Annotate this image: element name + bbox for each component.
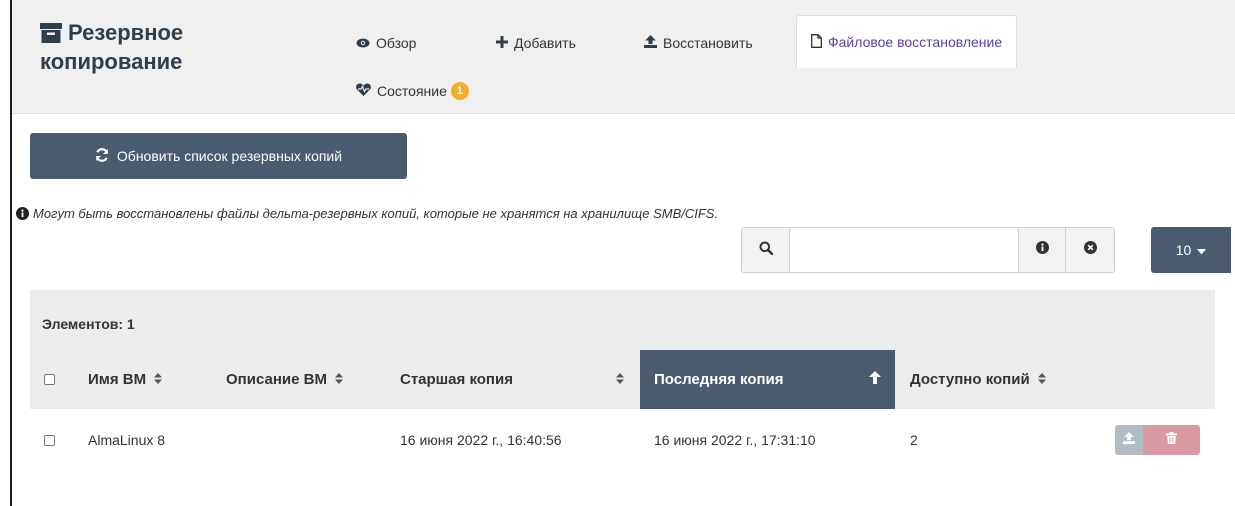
page-title: Резервное копирование xyxy=(40,20,183,75)
cell-vm-name: AlmaLinux 8 xyxy=(88,432,166,448)
row-select-cell xyxy=(44,410,55,470)
cell-latest-copy: 16 июня 2022 г., 17:31:10 xyxy=(654,432,816,448)
search-help-button[interactable] xyxy=(1018,228,1066,272)
sort-icon xyxy=(334,371,343,388)
item-count: Элементов: 1 xyxy=(42,316,135,332)
tab-overview-label: Обзор xyxy=(376,35,417,51)
cell-oldest-copy: 16 июня 2022 г., 16:40:56 xyxy=(400,432,562,448)
info-icon xyxy=(1035,241,1049,259)
cell-available-copies: 2 xyxy=(910,432,918,448)
search-group xyxy=(741,227,1115,273)
tab-status[interactable]: Состояние 1 xyxy=(342,68,483,114)
tab-add[interactable]: Добавить xyxy=(482,18,590,68)
clear-icon xyxy=(1083,241,1097,259)
column-vm-description-label: Описание ВМ xyxy=(226,371,327,388)
page-title-line2: копирование xyxy=(40,49,183,74)
archive-icon xyxy=(40,23,62,49)
tab-status-label: Состояние xyxy=(377,83,447,99)
tab-restore[interactable]: Восстановить xyxy=(630,18,767,68)
tab-file-restore[interactable]: Файловое восстановление xyxy=(796,15,1018,68)
file-icon xyxy=(811,33,822,51)
search-icon xyxy=(759,241,773,260)
search-clear-button[interactable] xyxy=(1066,228,1114,272)
info-icon xyxy=(16,207,29,223)
sort-asc-icon xyxy=(869,371,881,388)
column-oldest-copy-label: Старшая копия xyxy=(400,371,513,388)
delete-row-button[interactable] xyxy=(1143,425,1200,455)
eye-icon xyxy=(356,35,370,51)
page-title-line1: Резервное xyxy=(68,20,184,45)
upload-icon xyxy=(644,35,657,51)
select-all-checkbox[interactable] xyxy=(44,374,55,385)
column-oldest-copy[interactable]: Старшая копия xyxy=(400,350,636,409)
info-note-text: Могут быть восстановлены файлы дельта-ре… xyxy=(33,206,719,221)
column-available-copies-label: Доступно копий xyxy=(910,371,1030,388)
page-size-value: 10 xyxy=(1175,242,1192,258)
sort-icon xyxy=(154,371,163,388)
refresh-backups-label: Обновить список резервных копий xyxy=(116,148,343,164)
column-vm-description[interactable]: Описание ВМ xyxy=(226,350,401,409)
caret-down-icon xyxy=(1197,242,1207,258)
column-latest-copy-label: Последняя копия xyxy=(654,371,784,388)
page-header: Резервное копирование Обзор Добавить Вос… xyxy=(12,0,1235,114)
upload-icon xyxy=(1123,431,1135,449)
row-checkbox[interactable] xyxy=(44,434,55,446)
select-all-cell xyxy=(44,350,74,409)
page-size-dropdown[interactable]: 10 xyxy=(1151,227,1231,273)
info-note: Могут быть восстановлены файлы дельта-ре… xyxy=(16,206,718,223)
column-latest-copy[interactable]: Последняя копия xyxy=(640,350,895,409)
restore-row-button[interactable] xyxy=(1115,425,1143,455)
plus-icon xyxy=(496,35,508,51)
sort-icon xyxy=(616,371,624,388)
column-vm-name-label: Имя ВМ xyxy=(88,371,147,388)
table-row: AlmaLinux 8 16 июня 2022 г., 16:40:56 16… xyxy=(30,410,1215,470)
refresh-backups-button[interactable]: Обновить список резервных копий xyxy=(30,133,407,179)
search-input[interactable] xyxy=(790,228,1018,272)
sort-icon xyxy=(1037,371,1046,388)
tab-add-label: Добавить xyxy=(514,35,576,51)
trash-icon xyxy=(1166,431,1177,449)
search-button[interactable] xyxy=(742,228,790,272)
column-available-copies[interactable]: Доступно копий xyxy=(910,350,1110,409)
table-header: Элементов: 1 Имя ВМ Описание ВМ Старшая … xyxy=(30,290,1215,409)
tab-restore-label: Восстановить xyxy=(663,35,753,51)
column-vm-name[interactable]: Имя ВМ xyxy=(88,350,218,409)
tab-file-restore-label: Файловое восстановление xyxy=(828,34,1003,50)
status-badge: 1 xyxy=(450,82,469,100)
tab-overview[interactable]: Обзор xyxy=(342,18,430,68)
heartbeat-icon xyxy=(356,83,371,99)
refresh-icon xyxy=(95,147,109,165)
